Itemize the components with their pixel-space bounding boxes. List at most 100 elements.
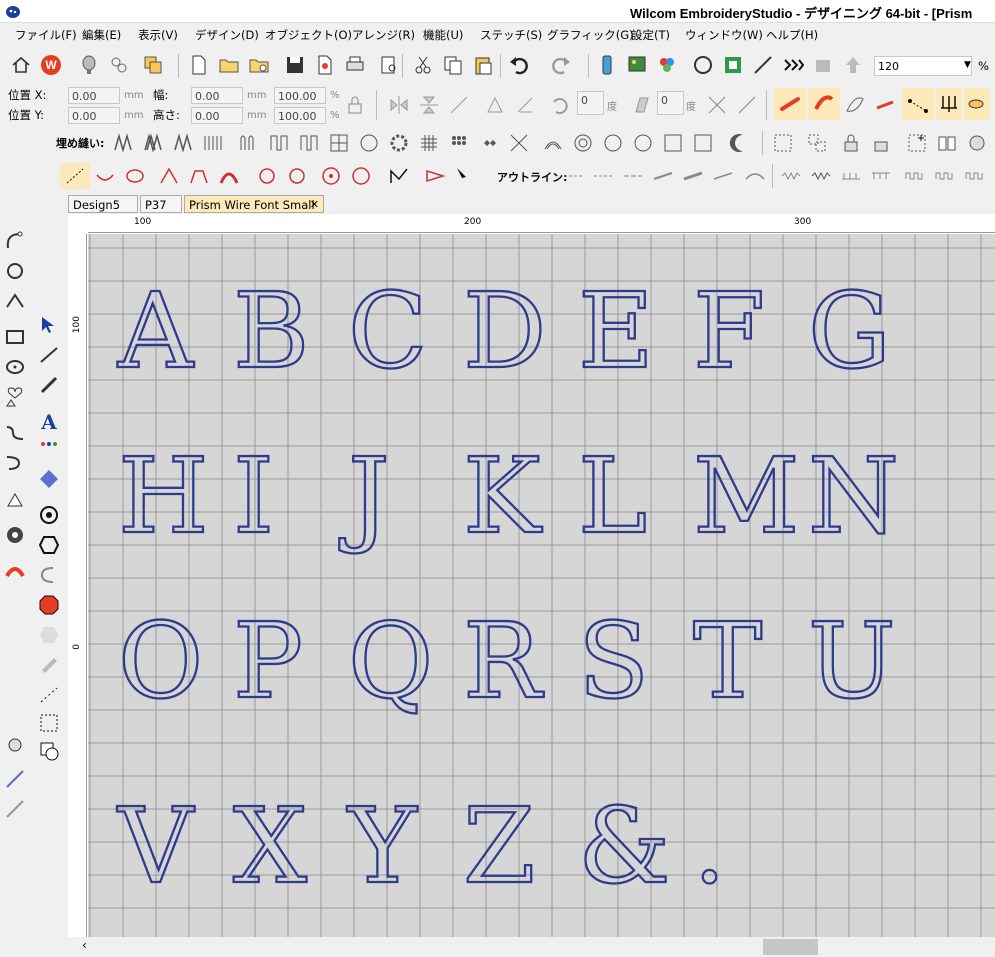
add-object-icon[interactable] [904,130,930,156]
star-digitize-icon[interactable] [348,163,374,189]
embroidery-letter[interactable]: N [807,443,900,549]
thread-bobbin-icon[interactable] [2,732,28,758]
unlock-icon[interactable] [868,130,894,156]
embroidery-letter[interactable]: V [117,793,194,899]
close-tab-icon[interactable]: ✕ [310,196,319,214]
hexagon-icon[interactable] [36,532,62,558]
embroidery-letter[interactable]: L [577,443,648,549]
upload-icon[interactable] [840,52,866,78]
open-folder-icon[interactable] [216,52,242,78]
embroidery-letter[interactable]: K [462,443,542,549]
tab-p37[interactable]: P37 [140,195,182,213]
travel-icon[interactable] [780,52,806,78]
menu-settings[interactable]: 設定(T) [631,27,670,43]
embroidery-letter[interactable]: . [692,793,727,899]
print-icon[interactable] [342,52,368,78]
stitch-direction-icon[interactable] [872,92,898,118]
backstitch-icon[interactable] [620,163,646,189]
embroidery-letter[interactable]: R [462,608,543,714]
height-field[interactable]: 0.00 [191,107,243,124]
select-object-icon[interactable] [770,130,796,156]
diamond-fill-icon[interactable] [476,130,502,156]
open-recent-icon[interactable] [246,52,272,78]
satin-outline-icon[interactable] [778,163,804,189]
wilcom-logo-icon[interactable]: W [38,52,64,78]
paste-icon[interactable] [470,52,496,78]
embroidery-letter[interactable]: E [577,278,655,384]
polygon-digitize-icon[interactable] [156,163,182,189]
reshape-tools-icon[interactable] [734,92,760,118]
curve-digitize-icon[interactable] [92,163,118,189]
select-arrow-icon[interactable] [36,312,62,338]
lace-tool-icon[interactable] [2,558,28,584]
embroidery-letter[interactable]: J [347,443,391,549]
embroidery-letter[interactable]: A [117,278,194,384]
rectangle-tool-icon[interactable] [2,324,28,350]
castle-outline-icon[interactable] [932,163,958,189]
cutout-icon[interactable] [284,163,310,189]
scrollbar-thumb[interactable] [763,939,818,955]
branching-icon[interactable] [254,163,280,189]
rotate-icon[interactable] [546,92,572,118]
layers-icon[interactable] [140,52,166,78]
thread-icon[interactable] [594,52,620,78]
object-props-icon[interactable] [964,130,990,156]
embroidery-letter[interactable]: P [232,608,304,714]
curve-tool-icon[interactable] [2,228,28,254]
pos-x-field[interactable]: 0.00 [68,87,120,104]
hexagon-gray-icon[interactable] [36,622,62,648]
leaf-shape-icon[interactable] [842,92,868,118]
stitch-angle-icon[interactable] [774,88,806,120]
shape-combine-icon[interactable] [36,738,62,764]
machine-icon[interactable] [810,52,836,78]
reshape-tool-icon[interactable] [36,342,62,368]
comb-stitch-icon[interactable] [868,163,894,189]
home-icon[interactable] [8,52,34,78]
menu-help[interactable]: ヘルプ(H) [766,27,818,43]
node-tool-icon[interactable] [2,288,28,314]
design-canvas[interactable]: A B C D E F G H I J K L M N O P Q R S T U V X Y Z &. [88,234,995,939]
blanket-stitch-icon[interactable] [742,163,768,189]
menu-graphic[interactable]: グラフィック(G) [547,27,634,43]
pos-y-field[interactable]: 0.00 [68,107,120,124]
embroidery-letter[interactable]: O [117,608,205,714]
block-outline-icon[interactable] [962,163,988,189]
menu-file[interactable]: ファイル(F) [15,27,77,43]
monogram-icon[interactable] [36,466,62,492]
width-field[interactable]: 0.00 [191,87,243,104]
marquee-icon[interactable] [36,710,62,736]
slant-angle-field[interactable]: 0 [657,91,684,115]
menu-view[interactable]: 表示(V) [138,27,178,43]
cross-stitch-icon[interactable] [326,130,352,156]
shapes-tool-icon[interactable] [2,384,28,410]
rotate-right-icon[interactable] [512,92,538,118]
undo-icon[interactable] [506,52,532,78]
triangle-tool-icon[interactable] [422,163,448,189]
embroidery-letter[interactable]: Z [462,793,537,899]
menu-edit[interactable]: 編集(E) [82,27,121,43]
contour-fill-icon[interactable] [540,130,566,156]
embroidery-letter[interactable]: & [577,793,672,899]
radial-fill-icon[interactable] [600,130,626,156]
pattern-fill-icon[interactable] [356,130,382,156]
circle-digitize-icon[interactable] [122,163,148,189]
step-stitch-icon[interactable] [200,130,226,156]
satin-stitch-icon[interactable] [110,130,136,156]
lock-icon[interactable] [838,130,864,156]
print-preview-icon[interactable] [376,52,402,78]
tab-design5[interactable]: Design5 [68,195,138,213]
needle-tool-icon[interactable] [2,766,28,792]
e-stitch-icon[interactable] [838,163,864,189]
magic-select-icon[interactable] [452,163,478,189]
wave-outline-icon[interactable] [902,163,928,189]
stitch-player-icon[interactable] [720,52,746,78]
new-file-icon[interactable] [186,52,212,78]
pencil-icon[interactable] [36,650,62,676]
embroidery-letter[interactable]: U [807,608,897,714]
zoom-dropdown-icon[interactable]: ▼ [964,60,971,70]
embroidery-letter[interactable]: Q [347,608,435,714]
flower-icon[interactable] [106,52,132,78]
embroidery-letter[interactable]: F [692,278,766,384]
tab-prism-wire-font-small[interactable]: Prism Wire Font Small ✕ [184,195,324,213]
balloon-icon[interactable] [76,52,102,78]
